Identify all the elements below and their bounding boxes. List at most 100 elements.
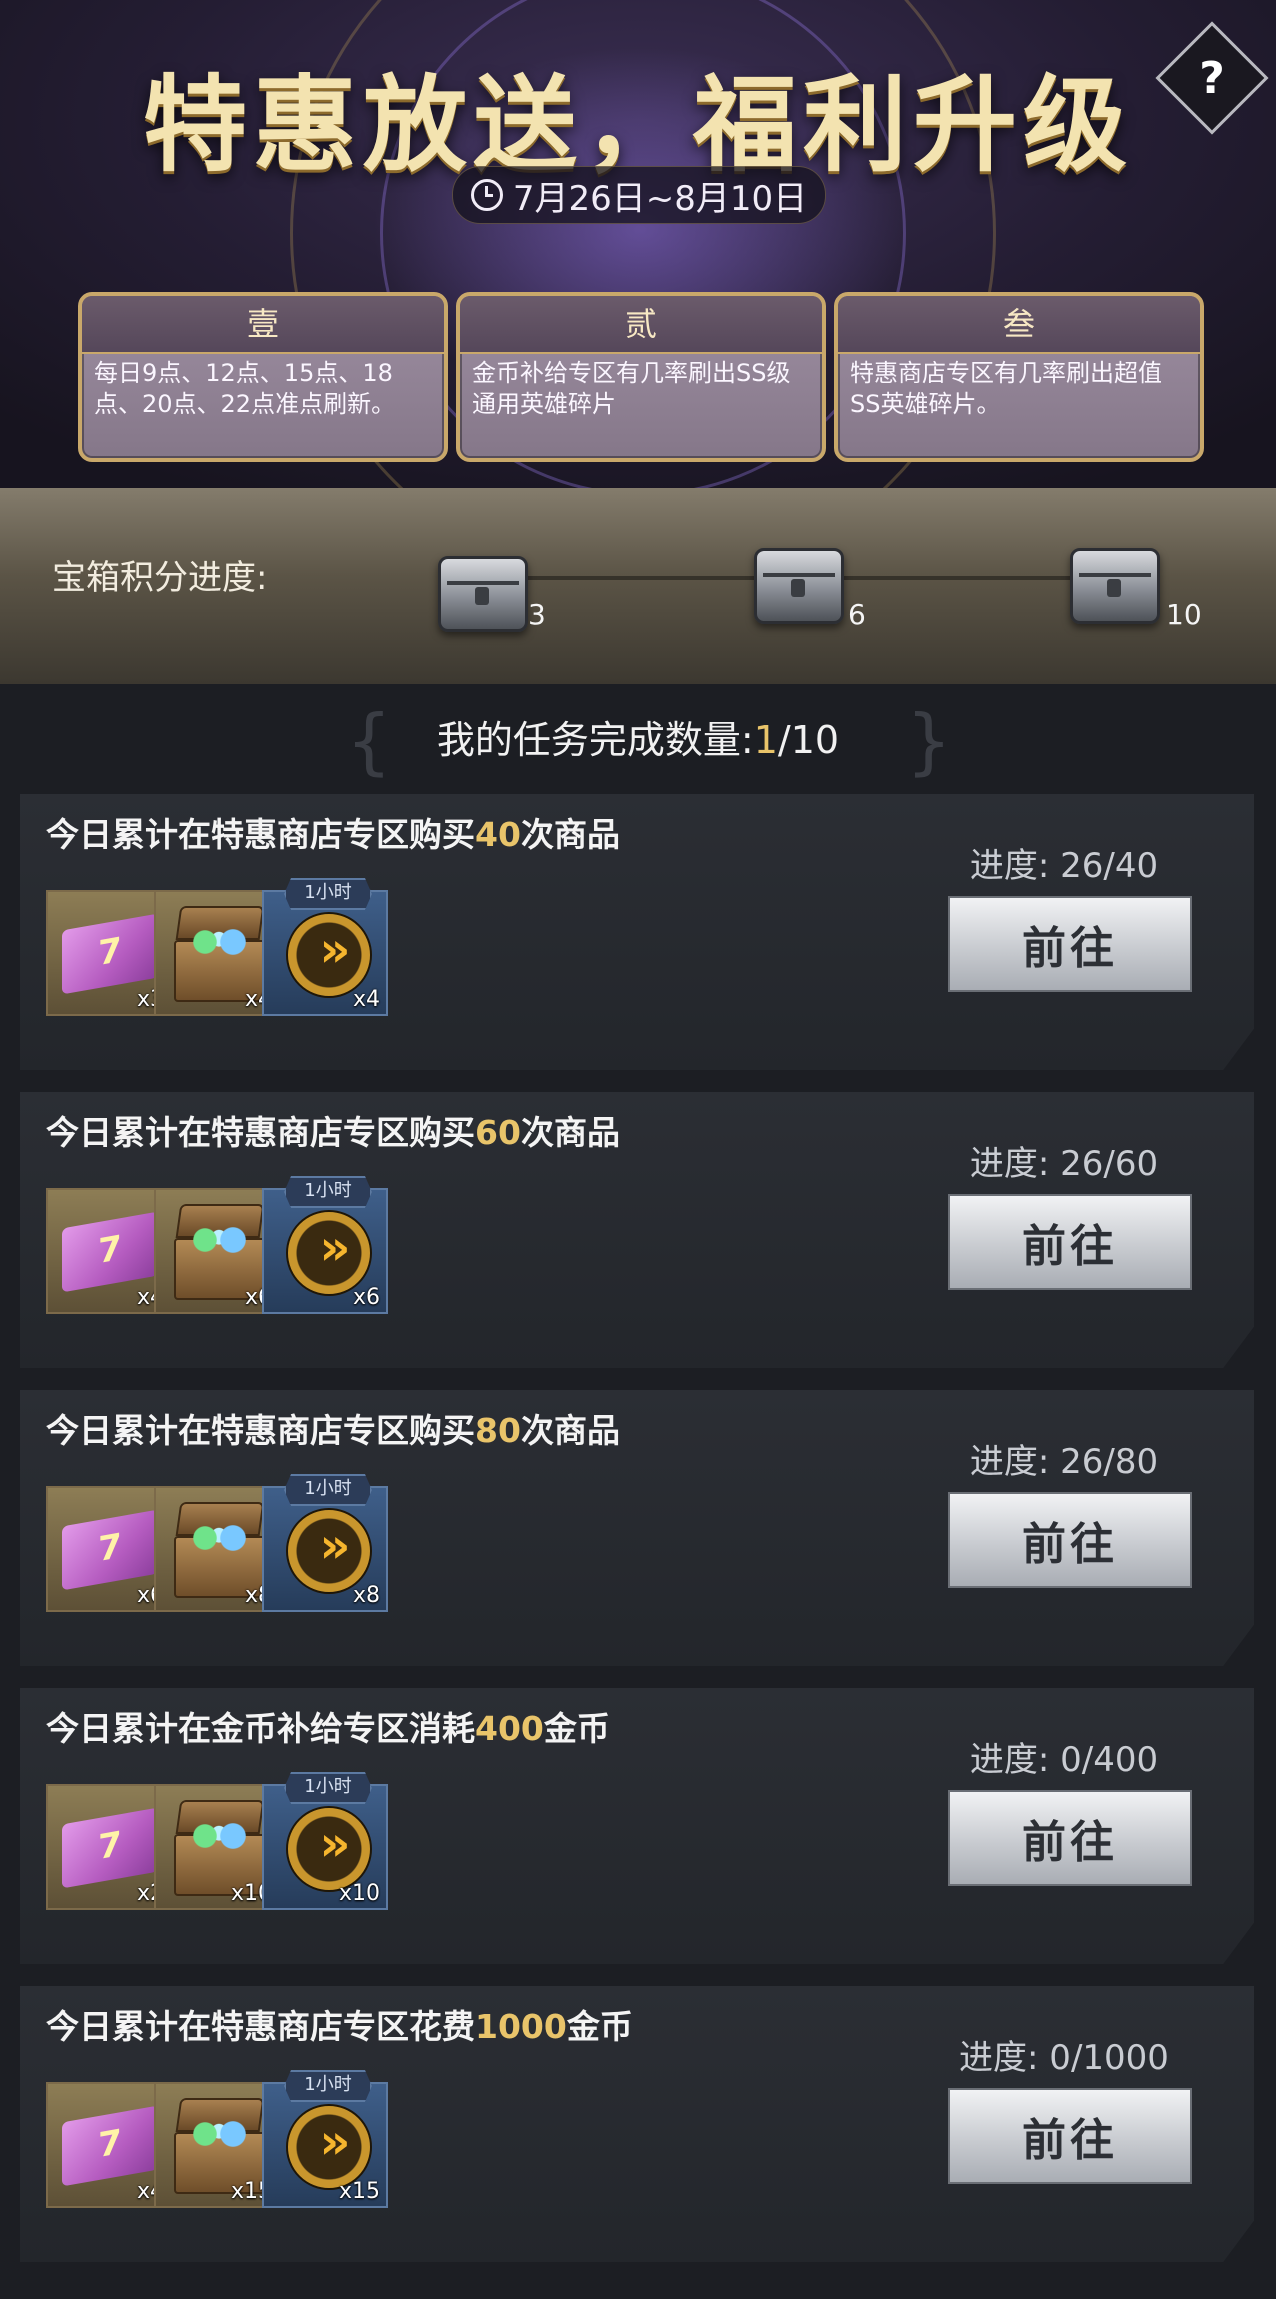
summary-done-count: 1 xyxy=(753,718,778,762)
task-title: 今日累计在特惠商店专区购买60次商品 xyxy=(46,1106,620,1154)
rule-tab: 壹 xyxy=(82,296,444,354)
speedup-icon: » xyxy=(286,1806,372,1892)
reward-item-speedup[interactable]: 1小时 » x6 xyxy=(262,1176,388,1314)
task-title-suffix: 金币 xyxy=(543,1709,610,1748)
ticket-number-glyph: 7 xyxy=(98,1823,122,1869)
date-range-text: 7月26日~8月10日 xyxy=(512,178,808,219)
go-button[interactable]: 前往 xyxy=(948,1790,1192,1886)
task-title: 今日累计在特惠商店专区购买80次商品 xyxy=(46,1404,620,1452)
rule-tab: 贰 xyxy=(460,296,822,354)
speedup-icon: » xyxy=(286,912,372,998)
chest-progress-bar: 宝箱积分进度: 3 6 10 xyxy=(0,488,1276,684)
rule-card-1: 壹 每日9点、12点、15点、18点、20点、22点准点刷新。 xyxy=(78,292,448,462)
speedup-icon: » xyxy=(286,1508,372,1594)
task-title: 今日累计在特惠商店专区购买40次商品 xyxy=(46,808,620,856)
gems-icon xyxy=(184,2120,254,2148)
task-title-number: 400 xyxy=(475,1709,544,1748)
speedup-icon: » xyxy=(286,1210,372,1296)
duration-tag: 1小时 xyxy=(284,1772,372,1804)
summary-label: 我的任务完成数量: xyxy=(436,718,754,762)
task-title-suffix: 次商品 xyxy=(520,1411,620,1450)
rule-text: 金币补给专区有几率刷出SS级通用英雄碎片 xyxy=(472,359,791,418)
task-card: 今日累计在特惠商店专区购买80次商品 7 x6 x8 1小时 » x8 进度: … xyxy=(20,1390,1254,1666)
task-title-suffix: 金币 xyxy=(566,2007,633,2046)
reward-quantity: x8 xyxy=(352,1583,380,1608)
rule-text: 每日9点、12点、15点、18点、20点、22点准点刷新。 xyxy=(94,359,396,418)
go-button[interactable]: 前往 xyxy=(948,2088,1192,2184)
chest-icon-1[interactable] xyxy=(438,556,528,632)
ticket-number-glyph: 7 xyxy=(98,2121,122,2167)
reward-item-speedup[interactable]: 1小时 » x10 xyxy=(262,1772,388,1910)
reward-quantity: x6 xyxy=(352,1285,380,1310)
gems-icon xyxy=(184,1524,254,1552)
task-progress: 进度: 26/80 xyxy=(969,1442,1159,1482)
go-button[interactable]: 前往 xyxy=(948,1194,1192,1290)
task-title-prefix: 今日累计在特惠商店专区购买 xyxy=(46,815,475,854)
task-completion-summary: 我的任务完成数量:1/10 xyxy=(0,700,1276,780)
rule-tab: 叁 xyxy=(838,296,1200,354)
ticket-icon: 7 xyxy=(62,913,158,995)
task-progress: 进度: 0/1000 xyxy=(959,2038,1169,2078)
ticket-icon: 7 xyxy=(62,1509,158,1591)
question-mark-icon: ? xyxy=(1199,52,1225,104)
task-title: 今日累计在特惠商店专区花费1000金币 xyxy=(46,2000,633,2048)
reward-quantity: x4 xyxy=(352,987,380,1012)
duration-tag: 1小时 xyxy=(284,1176,372,1208)
ticket-number-glyph: 7 xyxy=(98,1227,122,1273)
task-card: 今日累计在特惠商店专区购买40次商品 7 x3 x4 1小时 » x4 进度: … xyxy=(20,794,1254,1070)
gems-icon xyxy=(184,1822,254,1850)
ticket-icon: 7 xyxy=(62,2105,158,2187)
event-banner: 特惠放送，福利升级 7月26日~8月10日 ? 壹 每日9点、12点、15点、1… xyxy=(0,0,1276,488)
summary-total: /10 xyxy=(777,718,840,762)
reward-item-speedup[interactable]: 1小时 » x15 xyxy=(262,2070,388,2208)
duration-tag: 1小时 xyxy=(284,1474,372,1506)
task-card: 今日累计在特惠商店专区花费1000金币 7 x4 x15 1小时 » x15 进… xyxy=(20,1986,1254,2262)
rule-text: 特惠商店专区有几率刷出超值SS英雄碎片。 xyxy=(850,359,1162,418)
clock-icon xyxy=(470,179,503,211)
task-title-number: 60 xyxy=(475,1113,521,1152)
task-title-prefix: 今日累计在特惠商店专区花费 xyxy=(46,2007,475,2046)
ticket-number-glyph: 7 xyxy=(98,1525,122,1571)
ticket-number-glyph: 7 xyxy=(98,929,122,975)
task-progress: 进度: 26/60 xyxy=(969,1144,1159,1184)
go-button[interactable]: 前往 xyxy=(948,896,1192,992)
task-title-suffix: 次商品 xyxy=(520,815,620,854)
chest-points-3: 10 xyxy=(1166,598,1202,631)
duration-tag: 1小时 xyxy=(284,878,372,910)
chest-progress-label: 宝箱积分进度: xyxy=(52,558,268,598)
chest-points-2: 6 xyxy=(848,598,866,631)
task-card: 今日累计在金币补给专区消耗400金币 7 x2 x10 1小时 » x10 进度… xyxy=(20,1688,1254,1964)
task-card: 今日累计在特惠商店专区购买60次商品 7 x4 x6 1小时 » x6 进度: … xyxy=(20,1092,1254,1368)
task-title-number: 80 xyxy=(475,1411,521,1450)
chest-icon-3[interactable] xyxy=(1070,548,1160,624)
task-title-prefix: 今日累计在特惠商店专区购买 xyxy=(46,1113,475,1152)
double-chevron-glyph: » xyxy=(319,922,350,978)
rule-card-2: 贰 金币补给专区有几率刷出SS级通用英雄碎片 xyxy=(456,292,826,462)
task-title-number: 1000 xyxy=(475,2007,567,2046)
rule-card-3: 叁 特惠商店专区有几率刷出超值SS英雄碎片。 xyxy=(834,292,1204,462)
task-title-prefix: 今日累计在金币补给专区消耗 xyxy=(46,1709,475,1748)
speedup-icon: » xyxy=(286,2104,372,2190)
reward-item-speedup[interactable]: 1小时 » x8 xyxy=(262,1474,388,1612)
task-progress: 进度: 0/400 xyxy=(969,1740,1159,1780)
double-chevron-glyph: » xyxy=(319,2114,350,2170)
chest-icon-2[interactable] xyxy=(754,548,844,624)
task-title: 今日累计在金币补给专区消耗400金币 xyxy=(46,1702,610,1750)
gems-icon xyxy=(184,928,254,956)
reward-item-speedup[interactable]: 1小时 » x4 xyxy=(262,878,388,1016)
task-title-suffix: 次商品 xyxy=(520,1113,620,1152)
reward-quantity: x10 xyxy=(338,1881,380,1906)
ticket-icon: 7 xyxy=(62,1807,158,1889)
gems-icon xyxy=(184,1226,254,1254)
date-range: 7月26日~8月10日 xyxy=(452,166,826,224)
task-title-prefix: 今日累计在特惠商店专区购买 xyxy=(46,1411,475,1450)
task-title-number: 40 xyxy=(475,815,521,854)
double-chevron-glyph: » xyxy=(319,1518,350,1574)
double-chevron-glyph: » xyxy=(319,1220,350,1276)
go-button[interactable]: 前往 xyxy=(948,1492,1192,1588)
task-progress: 进度: 26/40 xyxy=(969,846,1159,886)
duration-tag: 1小时 xyxy=(284,2070,372,2102)
double-chevron-glyph: » xyxy=(319,1816,350,1872)
ticket-icon: 7 xyxy=(62,1211,158,1293)
reward-quantity: x15 xyxy=(338,2179,380,2204)
